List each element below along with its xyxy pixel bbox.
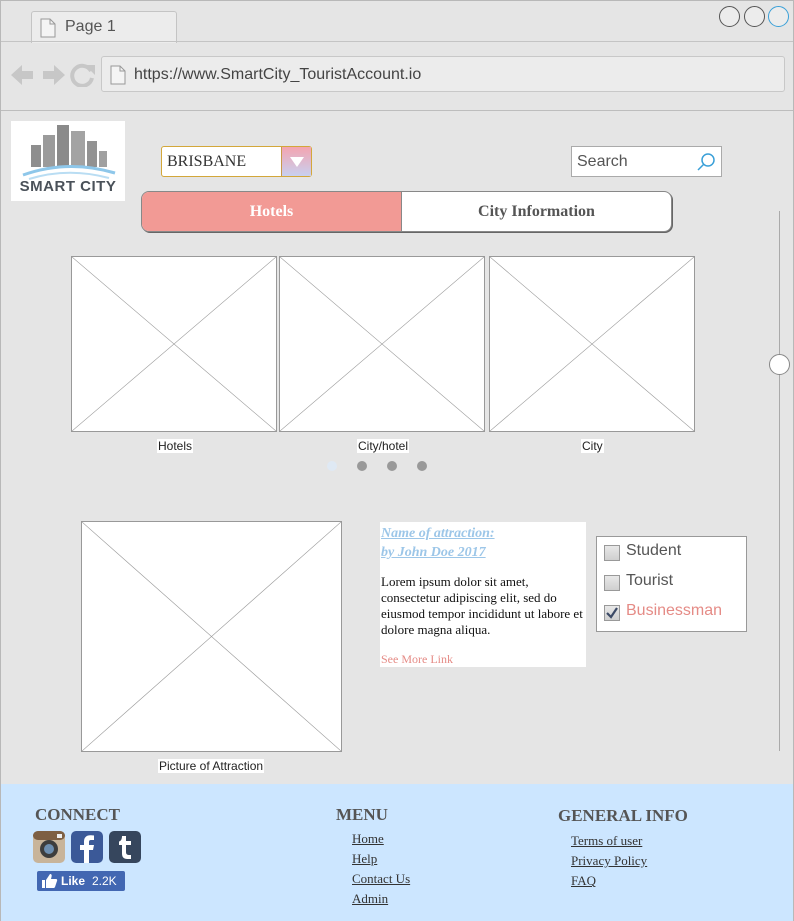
footer-menu-heading: MENU [336, 805, 388, 824]
page-icon [110, 65, 126, 85]
forward-icon[interactable] [43, 65, 65, 85]
checkmark-icon [606, 607, 618, 619]
back-icon[interactable] [11, 65, 33, 85]
carousel-caption: City/hotel [357, 439, 410, 453]
smart-city-logo[interactable]: SMART CITY [11, 121, 125, 201]
carousel-dot-active[interactable] [327, 461, 337, 471]
tab-hotels[interactable]: Hotels [142, 192, 402, 231]
see-more-link[interactable]: See More Link [381, 652, 453, 667]
carousel-dot[interactable] [417, 461, 427, 471]
checkbox-label: Student [626, 542, 682, 559]
footer-link-faq[interactable]: FAQ [571, 873, 596, 889]
browser-tab[interactable]: Page 1 [31, 11, 177, 43]
facebook-icon[interactable] [71, 831, 103, 863]
logo-text: SMART CITY [19, 178, 117, 195]
checkbox-box[interactable] [604, 575, 620, 591]
tumblr-icon[interactable] [109, 831, 141, 863]
attraction-image-caption: Picture of Attraction [158, 759, 265, 773]
carousel-caption: Hotels [157, 439, 194, 453]
close-button[interactable] [768, 6, 789, 27]
facebook-like-button[interactable]: Like 2.2K [37, 871, 125, 891]
chevron-down-icon [290, 157, 304, 167]
carousel-image-city-hotel[interactable] [279, 256, 485, 432]
checkbox-box[interactable] [604, 545, 620, 561]
search-icon[interactable] [696, 152, 716, 172]
footer-link-privacy-policy[interactable]: Privacy Policy [571, 853, 647, 869]
attraction-description: Lorem ipsum dolor sit amet, consectetur … [381, 574, 583, 637]
checkbox-label: Businessman [626, 602, 723, 619]
browser-tab-title: Page 1 [65, 18, 116, 35]
footer-link-home[interactable]: Home [352, 831, 384, 847]
carousel-dot[interactable] [357, 461, 367, 471]
checkbox-label: Tourist [626, 572, 674, 589]
url-text: https://www.SmartCity_TouristAccount.io [134, 66, 422, 83]
refresh-icon[interactable] [70, 63, 95, 87]
dropdown-arrow[interactable] [281, 147, 311, 176]
image-placeholder-icon [82, 522, 341, 751]
user-type-checkbox-group: Student Tourist Businessman [596, 536, 747, 632]
address-bar[interactable]: https://www.SmartCity_TouristAccount.io [101, 56, 785, 92]
checkbox-box-checked[interactable] [604, 605, 620, 621]
carousel-dot[interactable] [387, 461, 397, 471]
like-count: 2.2K [92, 874, 117, 888]
toolbar-divider [1, 110, 793, 111]
minimize-button[interactable] [719, 6, 740, 27]
footer-link-contact-us[interactable]: Contact Us [352, 871, 410, 887]
footer-link-help[interactable]: Help [352, 851, 377, 867]
like-label: Like [61, 874, 86, 888]
footer-general-info-heading: GENERAL INFO [558, 806, 688, 825]
maximize-button[interactable] [744, 6, 765, 27]
thumbs-up-icon [42, 874, 58, 888]
scrollbar-track[interactable] [779, 211, 780, 751]
instagram-icon[interactable] [33, 831, 65, 863]
page-icon [40, 18, 56, 38]
city-select-value: BRISBANE [167, 153, 247, 170]
image-placeholder-icon [72, 257, 276, 431]
footer-link-admin[interactable]: Admin [352, 891, 388, 907]
attraction-title-line2: by John Doe 2017 [381, 545, 486, 560]
city-select[interactable]: BRISBANE [161, 146, 312, 177]
carousel-caption: City [581, 439, 604, 453]
browser-window: Page 1 https://www.SmartCity_TouristAcco… [0, 0, 794, 921]
image-placeholder-icon [490, 257, 694, 431]
attraction-card: Name of attraction: by John Doe 2017 Lor… [380, 522, 586, 667]
titlebar-divider [1, 41, 793, 42]
footer-connect-heading: CONNECT [35, 805, 121, 824]
tab-city-information[interactable]: City Information [402, 192, 671, 231]
carousel-image-hotels[interactable] [71, 256, 277, 432]
search-placeholder: Search [577, 153, 628, 170]
attraction-image[interactable] [81, 521, 342, 752]
city-skyline-icon [22, 125, 116, 180]
image-placeholder-icon [280, 257, 484, 431]
attraction-title[interactable]: Name of attraction: by John Doe 2017 [381, 524, 495, 562]
attraction-title-line1: Name of attraction: [381, 526, 495, 541]
search-input[interactable]: Search [571, 146, 722, 177]
carousel-image-city[interactable] [489, 256, 695, 432]
footer-link-terms[interactable]: Terms of user [571, 833, 642, 849]
main-tabs: Hotels City Information [141, 191, 672, 232]
scrollbar-thumb[interactable] [769, 354, 790, 375]
browser-nav-icons [11, 63, 95, 87]
